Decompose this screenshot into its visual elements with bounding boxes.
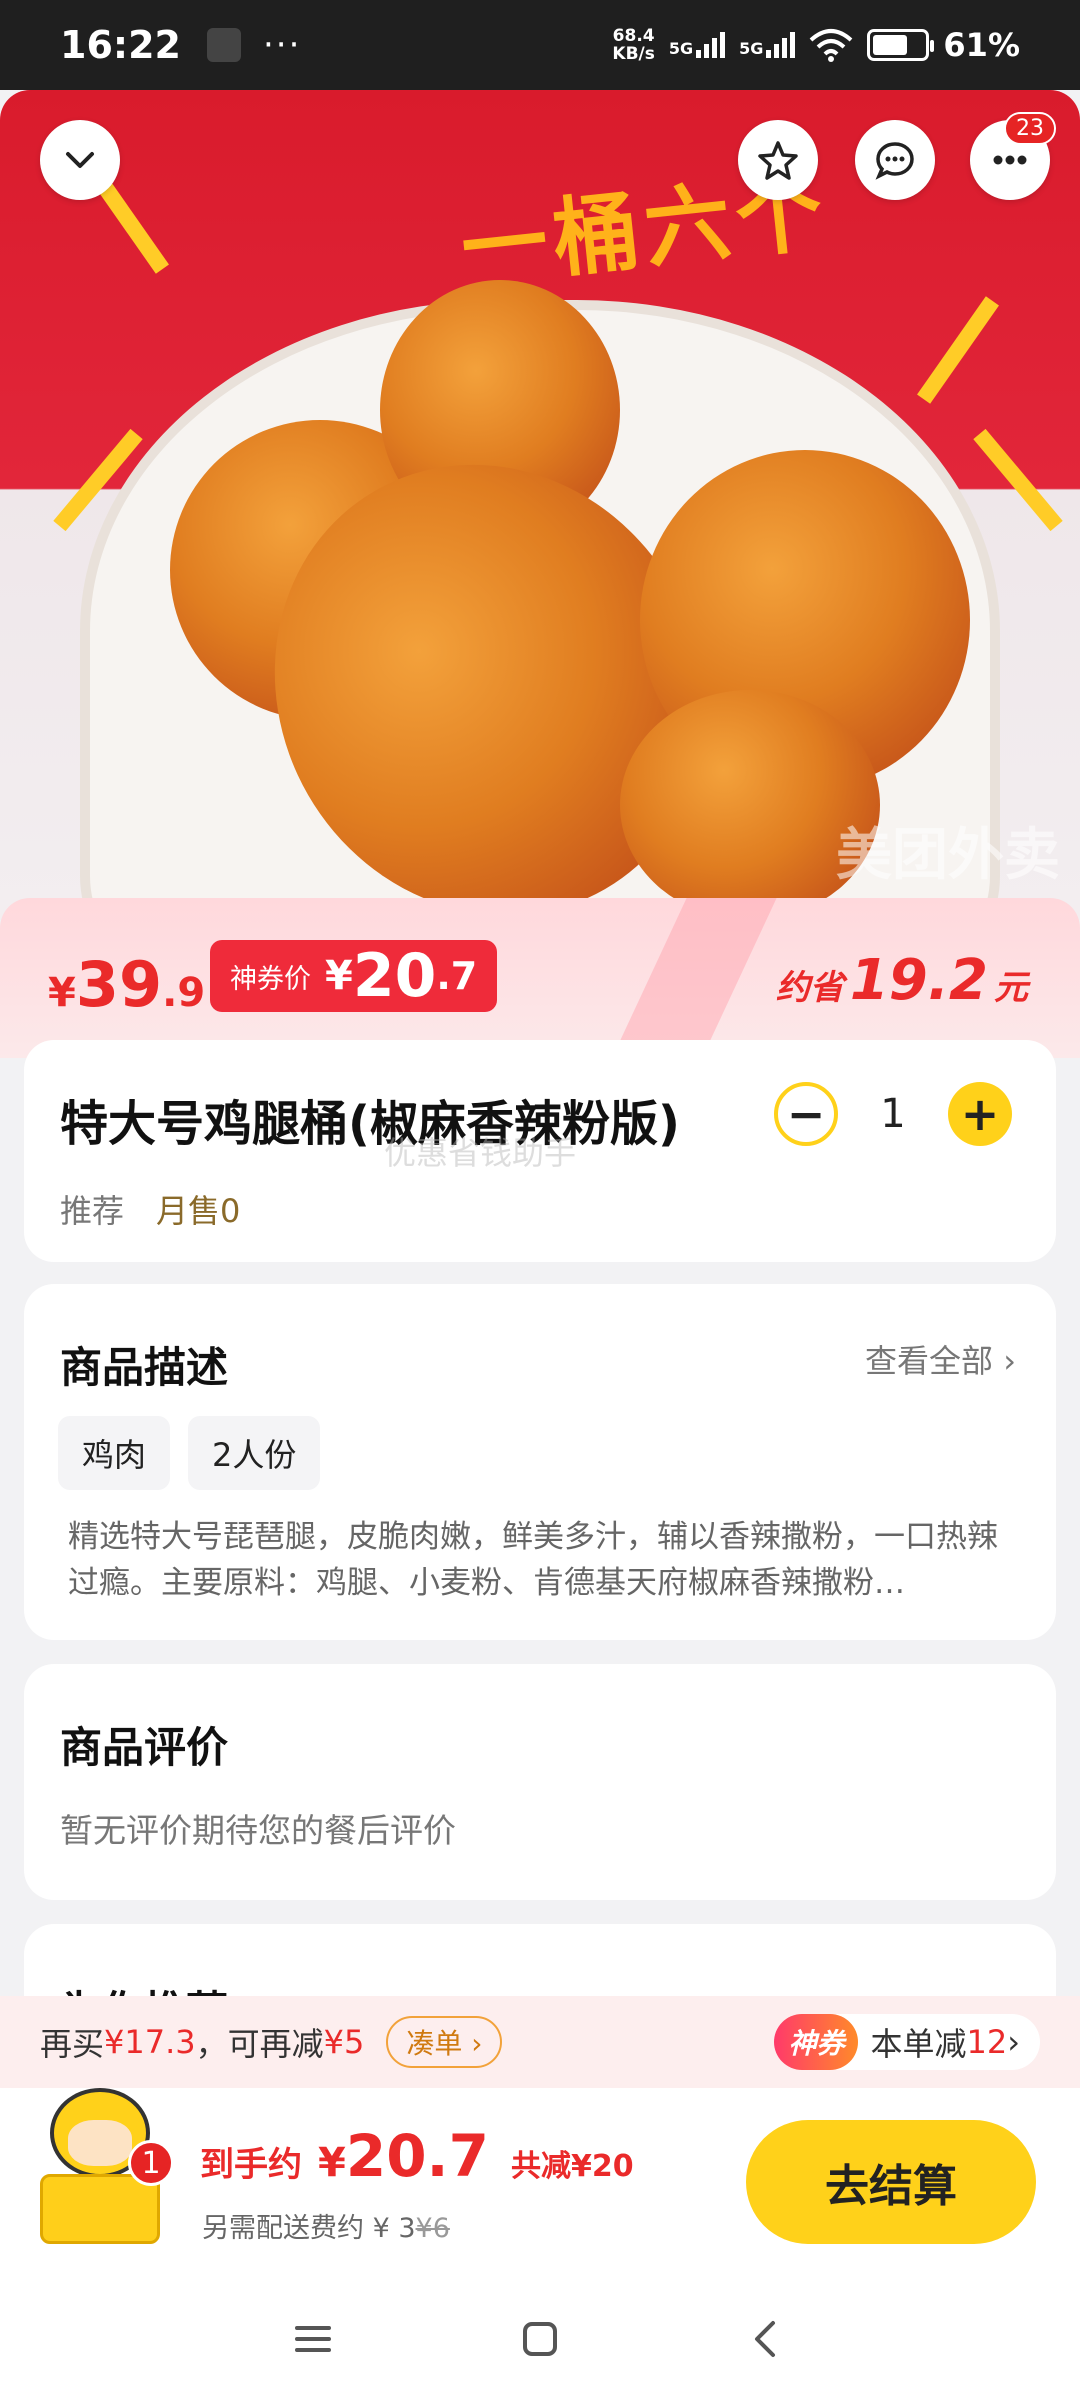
original-price-integer: 39	[75, 948, 163, 1021]
description-title: 商品描述	[60, 1343, 229, 1392]
reviews-empty-text: 暂无评价期待您的餐后评价	[60, 1811, 456, 1850]
signal-2-label: 5G	[739, 39, 764, 58]
see-all-link[interactable]: 查看全部 ›	[865, 1336, 1016, 1382]
product-hero-image: 一桶六个 美团外卖 23	[0, 90, 1080, 920]
final-price: 到手约 ¥ 20.7 共减¥20	[200, 2122, 634, 2190]
more-button[interactable]: 23	[970, 112, 1056, 200]
decrease-quantity-button[interactable]: −	[774, 1082, 838, 1146]
coupon-price-decimal: .7	[436, 954, 478, 998]
super-coupon-badge: 神券	[774, 2014, 859, 2070]
notification-badge: 23	[1004, 112, 1056, 145]
quantity-value: 1	[880, 1091, 906, 1137]
hero-watermark: 美团外卖	[836, 823, 1060, 888]
coupon-price-integer: 20	[352, 941, 437, 1011]
product-title: 特大号鸡腿桶(椒麻香辣粉版)	[60, 1096, 680, 1152]
collapse-button[interactable]	[40, 120, 120, 200]
promo-strip: 再买 ¥17.3 ，可再减 ¥5 凑单 › 神券 本单减 12 ›	[0, 1996, 1080, 2088]
status-right-group: 68.4 KB/s 5G 5G 61%	[612, 26, 1020, 64]
product-title-card: 特大号鸡腿桶(椒麻香辣粉版) 优惠省钱助手 − 1 + 推荐 月售0	[24, 1040, 1056, 1262]
order-discount-label: 本单减	[870, 2025, 967, 2063]
order-discount-value: 12	[966, 2023, 1008, 2061]
savings-prefix: 约省	[775, 968, 844, 1008]
tag-serving: 2人份	[188, 1416, 321, 1490]
app-notification-icon	[206, 28, 241, 62]
final-price-currency: ¥	[318, 2140, 346, 2186]
network-speed: 68.4 KB/s	[612, 27, 654, 63]
network-speed-unit: KB/s	[612, 44, 655, 64]
buy-more-amount: ¥17.3	[104, 2023, 196, 2061]
savings-amount: 19.2	[849, 948, 988, 1013]
checkout-button[interactable]: 去结算	[746, 2120, 1036, 2244]
banner-decoration	[593, 898, 777, 1058]
wifi-icon	[810, 29, 853, 62]
signal-1-icon: 5G	[668, 32, 726, 58]
signal-1-label: 5G	[668, 39, 694, 58]
coupon-price-badge: 神券价 ¥ 20 .7	[210, 940, 498, 1012]
description-tags: 鸡肉 2人份	[58, 1416, 321, 1490]
increase-quantity-button[interactable]: +	[948, 1082, 1012, 1146]
tag-chicken: 鸡肉	[58, 1416, 171, 1490]
checkout-bar: 1 到手约 ¥ 20.7 共减¥20 另需配送费约 ¥ 3¥6 去结算	[0, 2088, 1080, 2278]
add-items-button[interactable]: 凑单 ›	[386, 2016, 503, 2068]
product-description-card: 商品描述 查看全部 › 鸡肉 2人份 精选特大号琵琶腿，皮脆肉嫩，鲜美多汁，辅以…	[24, 1284, 1056, 1640]
battery-icon	[867, 29, 935, 61]
coupon-price-label: 神券价	[230, 963, 311, 995]
savings-unit: 元	[994, 968, 1028, 1008]
network-speed-value: 68.4	[612, 26, 655, 46]
favorite-button[interactable]	[738, 120, 818, 200]
menu-lines-icon[interactable]	[289, 2315, 337, 2363]
monthly-sales: 月售0	[156, 1192, 241, 1230]
discount-prefix: ，可再减	[195, 2025, 324, 2063]
price-banner: ¥ 39 .9 神券价 ¥ 20 .7 约省 19.2 元	[0, 898, 1080, 1058]
overlay-watermark-text: 优惠省钱助手	[384, 1134, 577, 1172]
quantity-stepper: − 1 +	[774, 1082, 1012, 1146]
recommend-tag: 推荐	[60, 1192, 125, 1230]
savings-label: 约省 19.2 元	[776, 948, 1028, 1013]
cart-count-badge: 1	[128, 2140, 174, 2186]
status-time: 16:22	[60, 23, 181, 67]
discount-amount: ¥5	[323, 2023, 365, 2061]
chevron-down-icon	[66, 152, 94, 168]
original-price-currency: ¥	[48, 970, 76, 1016]
final-price-label: 到手约	[200, 2145, 302, 2185]
product-reviews-card[interactable]: 商品评价 暂无评价期待您的餐后评价	[24, 1664, 1056, 1900]
buy-more-prefix: 再买	[40, 2025, 105, 2063]
lightning-decoration	[973, 428, 1063, 532]
delivery-fee: 另需配送费约 ¥ 3¥6	[202, 2206, 450, 2245]
reviews-title: 商品评价	[60, 1723, 229, 1772]
coupon-price-currency: ¥	[325, 953, 353, 999]
system-nav-bar	[0, 2278, 1080, 2400]
chevron-right-icon: ›	[1007, 2023, 1020, 2061]
order-discount-pill[interactable]: 神券 本单减 12 ›	[774, 2014, 1040, 2070]
product-meta: 推荐 月售0	[60, 1186, 240, 1232]
final-price-value: 20.7	[345, 2122, 489, 2190]
home-square-icon[interactable]	[516, 2315, 564, 2363]
total-saved: 共减¥20	[510, 2149, 634, 2184]
status-bar: 16:22 ··· 68.4 KB/s 5G 5G 61%	[0, 0, 1080, 90]
delivery-fee-original: ¥6	[415, 2213, 450, 2244]
back-chevron-icon[interactable]	[743, 2315, 791, 2363]
description-text: 精选特大号琵琶腿，皮脆肉嫩，鲜美多汁，辅以香辣撒粉，一口热辣过瘾。主要原料：鸡腿…	[68, 1519, 998, 1601]
original-price-decimal: .9	[162, 970, 206, 1016]
status-more-icon: ···	[262, 25, 302, 65]
star-icon	[758, 141, 798, 180]
chat-button[interactable]	[855, 120, 935, 200]
delivery-fee-label: 另需配送费约 ¥ 3	[202, 2213, 416, 2244]
lightning-decoration	[917, 296, 999, 404]
battery-percent: 61%	[943, 26, 1020, 64]
original-price: ¥ 39 .9	[48, 948, 205, 1021]
signal-2-icon: 5G	[739, 32, 796, 58]
chat-bubble-icon	[875, 142, 914, 180]
